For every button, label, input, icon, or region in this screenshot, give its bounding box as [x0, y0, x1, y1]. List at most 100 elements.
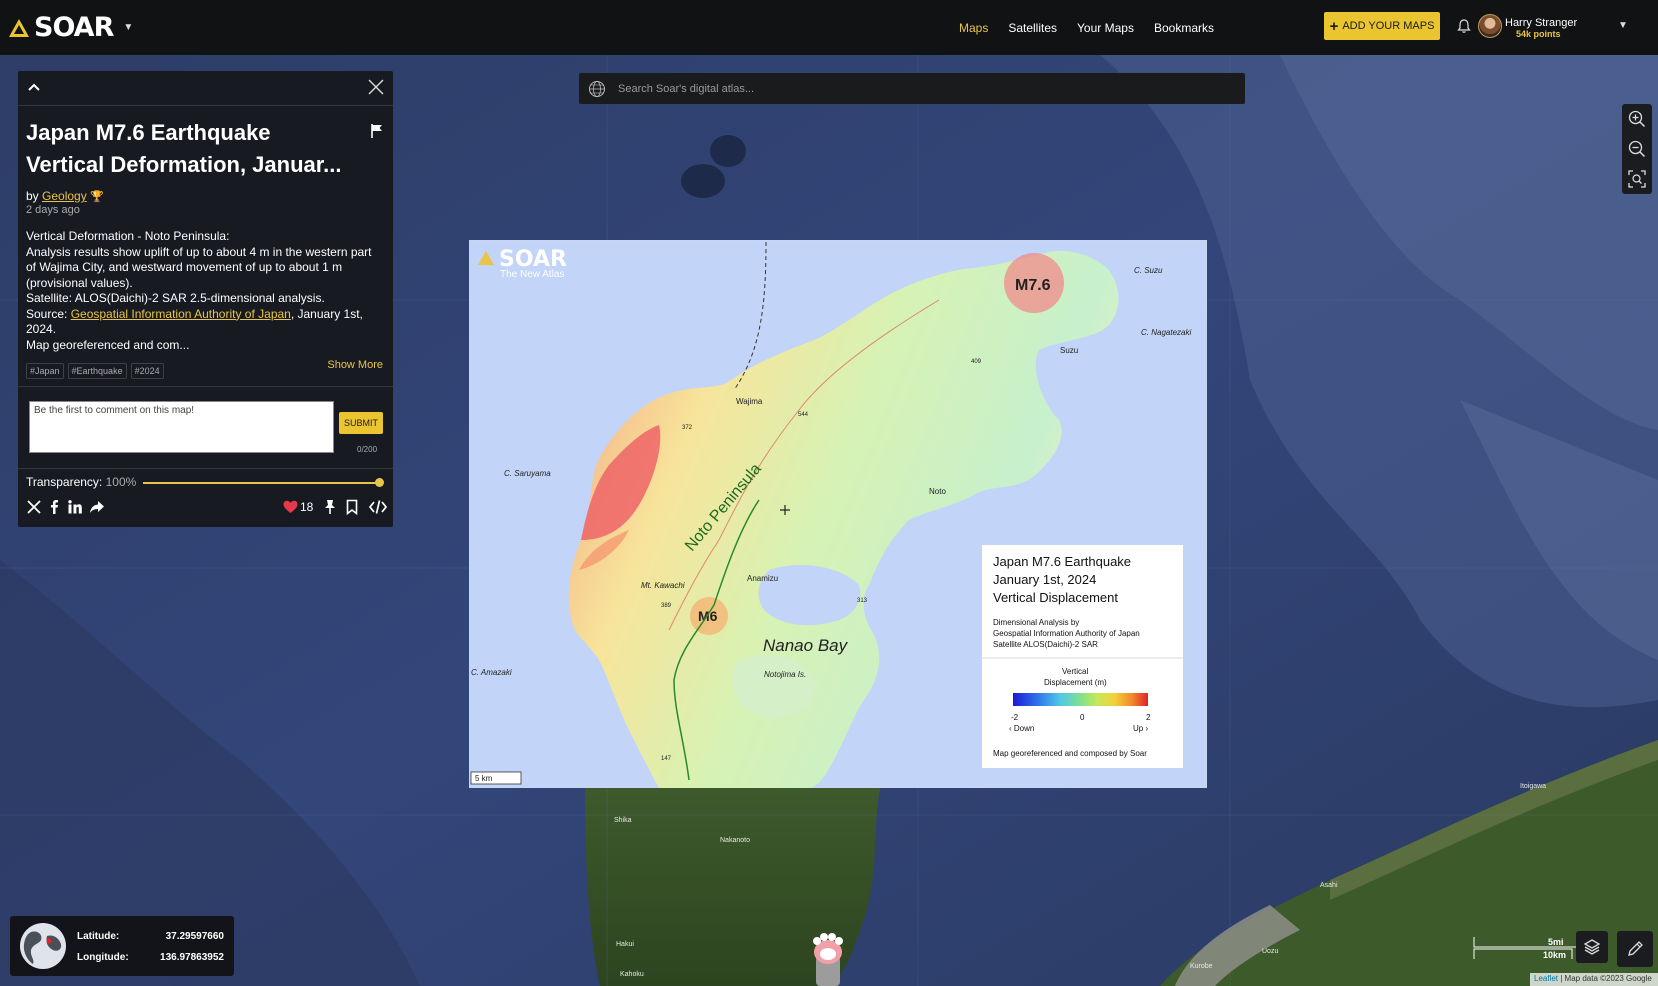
zoom-in-icon: [1628, 110, 1646, 128]
tag-japan[interactable]: #Japan: [26, 363, 64, 379]
desc-line: Satellite: ALOS(Daichi)-2 SAR 2.5-dimens…: [26, 291, 325, 305]
latitude-label: Latitude:: [77, 931, 120, 942]
zoom-out-icon: [1628, 140, 1646, 158]
longitude-value: 136.97863952: [160, 952, 224, 963]
cursor-coordinates-panel: Latitude: 37.29597660 Longitude: 136.978…: [10, 916, 234, 976]
nav-link-bookmarks[interactable]: Bookmarks: [1154, 21, 1214, 35]
share-icon[interactable]: [89, 499, 105, 515]
place-label: C. Nagatezaki: [1141, 328, 1191, 337]
show-more-link[interactable]: Show More: [327, 359, 383, 371]
overlay-scale-label: 5 km: [475, 774, 493, 783]
linkedin-icon[interactable]: [67, 499, 83, 515]
author-link[interactable]: Geology: [42, 189, 87, 203]
nanao-bay-label: Nanao Bay: [763, 636, 849, 655]
basemap-town-label: Nakanoto: [720, 837, 750, 844]
soar-logo-icon: [9, 18, 29, 37]
heart-icon: [283, 500, 298, 513]
x-twitter-icon[interactable]: [26, 499, 42, 515]
panel-header: [18, 71, 393, 106]
basemap-town-label: Asahi: [1320, 882, 1338, 889]
chevron-down-icon[interactable]: ▼: [123, 22, 133, 33]
nav-link-satellites[interactable]: Satellites: [1008, 21, 1057, 35]
place-label: Wajima: [736, 397, 763, 406]
bell-icon[interactable]: [1457, 18, 1471, 34]
basemap-town-label: Kurobe: [1190, 963, 1213, 970]
globe-icon: [20, 923, 66, 969]
place-label: Mt. Kawachi: [641, 581, 685, 590]
author-line: by Geology 🏆: [26, 189, 104, 203]
report-flag-icon[interactable]: [370, 123, 384, 139]
map-title: Japan M7.6 Earthquake Vertical Deformati…: [26, 117, 366, 181]
close-icon[interactable]: [367, 78, 385, 96]
legend-max: 2: [1146, 713, 1151, 722]
bookmark-icon[interactable]: [344, 499, 360, 515]
submit-comment-button[interactable]: SUBMIT: [339, 412, 383, 434]
search-input[interactable]: [616, 81, 1220, 96]
draw-tool-button[interactable]: [1617, 931, 1653, 967]
user-avatar[interactable]: [1478, 14, 1502, 38]
like-button[interactable]: 18: [283, 500, 313, 514]
zoom-extent-icon: [1628, 170, 1646, 188]
atlas-search-bar: [579, 73, 1245, 104]
tag-2024[interactable]: #2024: [130, 363, 164, 379]
post-date: 2 days ago: [26, 204, 80, 216]
divider: [18, 468, 393, 469]
embed-code-icon[interactable]: [369, 499, 387, 515]
soar-logo[interactable]: SOAR ▼: [8, 12, 133, 43]
transparency-slider-handle[interactable]: [375, 478, 384, 487]
elevation-label: 372: [682, 425, 693, 431]
place-label: Noto: [929, 487, 946, 496]
add-your-maps-button[interactable]: + ADD YOUR MAPS: [1324, 12, 1440, 40]
legend-scale-title: Vertical: [1062, 667, 1088, 676]
desc-line: Vertical Deformation - Noto Peninsula:: [26, 229, 230, 243]
place-label: Notojima Is.: [764, 670, 806, 679]
user-name[interactable]: Harry Stranger: [1505, 17, 1577, 29]
user-menu-chevron-icon[interactable]: ▼: [1618, 20, 1628, 31]
zoom-out-button[interactable]: [1622, 134, 1652, 164]
basemap-town-label: Uozu: [1262, 948, 1278, 955]
main-nav: Maps Satellites Your Maps Bookmarks: [959, 0, 1214, 55]
share-actions: 18: [26, 499, 387, 515]
place-label: Anamizu: [747, 574, 778, 583]
nav-link-maps[interactable]: Maps: [959, 21, 988, 35]
user-points: 54k points: [1516, 29, 1561, 39]
layers-button[interactable]: [1576, 931, 1608, 963]
map-title-line-2: Vertical Deformation, Januar...: [26, 152, 342, 177]
trophy-icon: 🏆: [90, 191, 104, 203]
by-label: by: [26, 189, 39, 203]
m76-epicenter-label: M7.6: [1015, 277, 1051, 294]
scale-km: 10km: [1543, 950, 1567, 960]
legend-min: -2: [1011, 713, 1019, 722]
basemap-town-label: Itoigawa: [1520, 783, 1546, 790]
desc-line: Map georeferenced and com...: [26, 337, 190, 352]
map-description: Vertical Deformation - Noto Peninsula: A…: [26, 229, 381, 353]
zoom-to-map-button[interactable]: [1622, 164, 1652, 194]
nav-link-your-maps[interactable]: Your Maps: [1077, 21, 1134, 35]
zoom-in-button[interactable]: [1622, 104, 1652, 134]
legend-color-ramp: [1013, 693, 1148, 706]
street-view-paw-icon[interactable]: [806, 928, 850, 986]
comment-input[interactable]: [29, 401, 334, 453]
pin-icon[interactable]: [322, 499, 338, 515]
map-zoom-controls: [1622, 104, 1652, 194]
tag-earthquake[interactable]: #Earthquake: [67, 363, 127, 379]
legend-sub: Dimensional Analysis by: [993, 618, 1079, 627]
transparency-label: Transparency: 100%: [26, 475, 136, 489]
divider: [18, 386, 393, 387]
plus-icon: +: [1329, 17, 1339, 35]
like-count: 18: [300, 500, 314, 514]
overlay-legend: Japan M7.6 Earthquake January 1st, 2024 …: [982, 545, 1183, 768]
legend-title: January 1st, 2024: [993, 572, 1096, 587]
chevron-up-icon[interactable]: [26, 79, 42, 95]
m6-epicenter-label: M6: [698, 608, 718, 624]
leaflet-link[interactable]: Leaflet: [1534, 974, 1558, 983]
transparency-value: 100%: [105, 475, 137, 489]
basemap-town-label: Kahoku: [620, 971, 644, 978]
facebook-icon[interactable]: [46, 499, 62, 515]
map-details-panel: Japan M7.6 Earthquake Vertical Deformati…: [18, 71, 393, 527]
basemap-town-label: Hakui: [616, 941, 634, 948]
source-link[interactable]: Geospatial Information Authority of Japa…: [71, 307, 291, 321]
top-navbar: SOAR ▼ Maps Satellites Your Maps Bookmar…: [0, 0, 1658, 55]
transparency-slider[interactable]: [143, 482, 380, 484]
overlay-map-image[interactable]: M7.6 M6 SOAR The New Atlas Noto Peninsul…: [469, 240, 1207, 788]
